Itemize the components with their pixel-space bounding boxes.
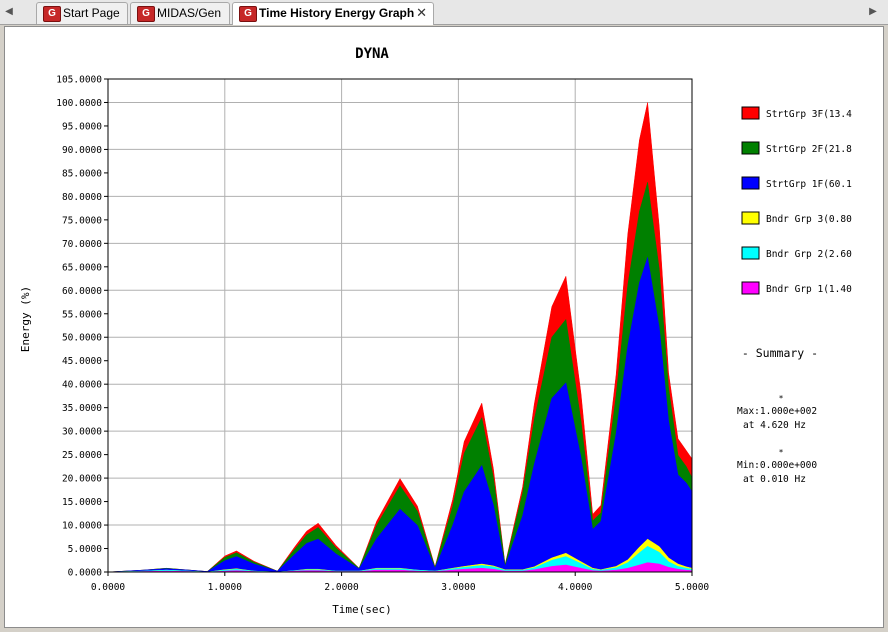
summary-min-at: at 0.010 Hz <box>743 474 806 485</box>
y-tick-label: 50.0000 <box>62 333 102 344</box>
midas-gen-icon: G <box>137 6 155 22</box>
x-tick-label: 4.0000 <box>558 582 593 593</box>
y-tick-label: 45.0000 <box>62 356 102 367</box>
summary-max-at: at 4.620 Hz <box>743 420 806 431</box>
x-axis-label: Time(sec) <box>332 603 392 616</box>
graph-panel: DYNA Time(sec) Energy (%) 0.0000 5.0000 10… <box>4 26 884 628</box>
legend-swatch <box>741 246 760 260</box>
y-tick-label: 10.0000 <box>62 521 102 532</box>
x-tick-label: 3.0000 <box>441 582 476 593</box>
y-tick-label: 85.0000 <box>62 168 102 179</box>
y-tick-label: 65.0000 <box>62 262 102 273</box>
y-tick-label: 105.0000 <box>56 75 102 86</box>
summary-max-value: Max:1.000e+002 <box>737 406 817 417</box>
y-tick-label: 95.0000 <box>62 121 102 132</box>
legend-label: StrtGrp 1F(60.1 <box>766 179 852 190</box>
legend-swatch <box>741 176 760 190</box>
y-tick-label: 20.0000 <box>62 474 102 485</box>
chart-title: DYNA <box>355 46 389 62</box>
x-tick-label: 5.0000 <box>675 582 710 593</box>
y-tick-label: 30.0000 <box>62 427 102 438</box>
legend-label: Bndr Grp 3(0.80 <box>766 214 852 225</box>
y-tick-label: 5.0000 <box>68 544 103 555</box>
y-tick-label: 90.0000 <box>62 145 102 156</box>
summary-max-marker: * <box>779 394 784 403</box>
legend-swatch <box>741 141 760 155</box>
y-tick-label: 15.0000 <box>62 497 102 508</box>
x-tick-label: 2.0000 <box>324 582 359 593</box>
midas-gen-icon: G <box>43 6 61 22</box>
y-axis-label: Energy (%) <box>19 286 32 352</box>
y-tick-label: 80.0000 <box>62 192 102 203</box>
y-tick-label: 75.0000 <box>62 215 102 226</box>
document-tab-bar: ◀ G Start Page G MIDAS/Gen G Time Histor… <box>0 0 888 25</box>
y-tick-label: 70.0000 <box>62 239 102 250</box>
tab-label: Start Page <box>63 6 120 20</box>
legend-swatch <box>741 281 760 295</box>
legend-label: StrtGrp 2F(21.8 <box>766 144 852 155</box>
midas-gen-icon: G <box>239 6 257 22</box>
tab-label: MIDAS/Gen <box>157 6 222 20</box>
tab-label: Time History Energy Graph <box>259 6 415 20</box>
y-tick-label: 0.0000 <box>68 568 103 579</box>
legend-swatch <box>741 211 760 225</box>
tab-time-history-energy-graph[interactable]: G Time History Energy Graph ✕ <box>232 2 434 25</box>
y-tick-label: 40.0000 <box>62 380 102 391</box>
legend-label: Bndr Grp 2(2.60 <box>766 249 852 260</box>
y-tick-label: 55.0000 <box>62 309 102 320</box>
energy-chart: DYNA Time(sec) Energy (%) 0.0000 5.0000 10… <box>19 46 852 616</box>
y-tick-label: 25.0000 <box>62 450 102 461</box>
x-tick-label: 1.0000 <box>208 582 243 593</box>
y-tick-label: 60.0000 <box>62 286 102 297</box>
summary-min-value: Min:0.000e+000 <box>737 460 817 471</box>
tab-midas-gen[interactable]: G MIDAS/Gen <box>130 2 230 24</box>
summary-min-marker: * <box>779 448 784 457</box>
y-tick-label: 100.0000 <box>56 98 102 109</box>
legend-label: Bndr Grp 1(1.40 <box>766 284 852 295</box>
summary-title: - Summary - <box>742 346 818 360</box>
close-icon[interactable]: ✕ <box>416 3 427 23</box>
legend-label: StrtGrp 3F(13.4 <box>766 109 852 120</box>
legend-swatch <box>741 106 760 120</box>
tab-start-page[interactable]: G Start Page <box>36 2 128 24</box>
x-tick-label: 0.0000 <box>91 582 126 593</box>
y-tick-label: 35.0000 <box>62 403 102 414</box>
tab-scroll-left-icon[interactable]: ◀ <box>2 4 16 20</box>
tab-scroll-right-icon[interactable]: ▶ <box>866 4 880 20</box>
